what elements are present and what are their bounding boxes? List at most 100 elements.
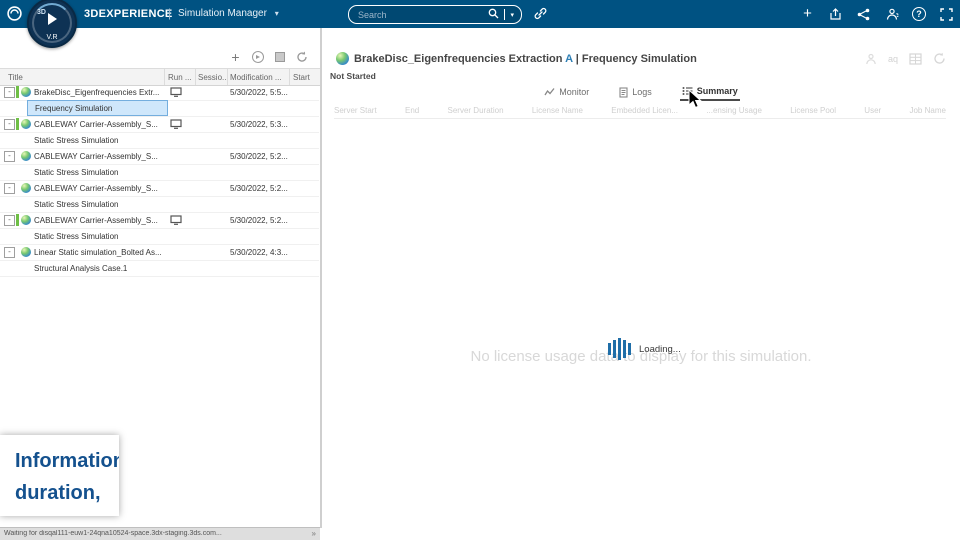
search-options-chevron-icon[interactable]: ▾ — [510, 11, 514, 19]
table-row[interactable]: - CABLEWAY Carrier-Assembly_S... 5/30/20… — [0, 180, 319, 197]
loading-bar — [613, 340, 616, 358]
collapse-toggle[interactable]: - — [4, 183, 15, 194]
tab-logs[interactable]: Logs — [617, 84, 654, 101]
translate-icon[interactable]: aq — [888, 54, 898, 64]
revision-label: A — [565, 53, 573, 65]
collapse-toggle[interactable]: - — [4, 87, 15, 98]
row-title: Frequency Simulation — [35, 104, 113, 113]
share-export-icon[interactable] — [828, 7, 843, 22]
row-date: 5/30/2022, 4:3... — [230, 248, 288, 257]
col-licensing-usage: ...ensing Usage — [706, 106, 762, 115]
refresh-icon[interactable] — [295, 50, 308, 63]
status-badge: Not Started — [330, 71, 376, 81]
status-green-bar — [16, 214, 19, 226]
top-bar: 3DEXPERIENCE | Simulation Manager ▾ ▾ + — [0, 0, 960, 28]
col-modification[interactable]: Modification ... — [230, 73, 282, 82]
col-session[interactable]: Sessio... — [198, 73, 229, 82]
help-icon[interactable]: ? — [912, 7, 926, 21]
chevron-down-icon: ▾ — [274, 9, 279, 18]
row-title: Static Stress Simulation — [34, 168, 119, 177]
table-row[interactable]: Structural Analysis Case.1 — [0, 260, 319, 277]
sync-icon[interactable] — [933, 52, 946, 65]
selected-row-highlight: Frequency Simulation — [27, 100, 168, 116]
simulation-icon — [21, 247, 31, 257]
table-row[interactable]: - CABLEWAY Carrier-Assembly_S... 5/30/20… — [0, 148, 319, 165]
app-logo-badge[interactable]: 3D V.R — [27, 0, 77, 48]
add-simulation-icon[interactable]: + — [229, 49, 242, 65]
3ds-compass-logo — [6, 5, 23, 27]
monitor-run-icon — [170, 215, 182, 227]
row-title: Linear Static simulation_Bolted As... — [34, 248, 162, 257]
table-row[interactable]: - CABLEWAY Carrier-Assembly_S... 5/30/20… — [0, 212, 319, 229]
share-network-icon[interactable] — [856, 7, 871, 22]
row-title: Static Stress Simulation — [34, 136, 119, 145]
loading-bar — [628, 343, 631, 355]
table-row[interactable]: - BrakeDisc_Eigenfrequencies Extr... 5/3… — [0, 84, 319, 101]
list-icon — [682, 87, 693, 95]
app-menu-label: Simulation Manager — [178, 8, 267, 19]
collapse-toggle[interactable]: - — [4, 247, 15, 258]
table-row[interactable]: Static Stress Simulation — [0, 164, 319, 181]
badge-vr-label: V.R — [46, 34, 58, 41]
tab-label: Logs — [632, 87, 652, 97]
col-job-name: Job Name — [909, 106, 946, 115]
simulation-icon — [336, 52, 349, 65]
simulation-title: BrakeDisc_Eigenfrequencies Extraction — [354, 53, 563, 65]
brand-name: 3DEXPERIENCE — [84, 8, 173, 20]
row-date: 5/30/2022, 5:2... — [230, 184, 288, 193]
col-start[interactable]: Start — [293, 73, 310, 82]
row-title: Static Stress Simulation — [34, 200, 119, 209]
row-title: CABLEWAY Carrier-Assembly_S... — [34, 184, 158, 193]
row-title: CABLEWAY Carrier-Assembly_S... — [34, 120, 158, 129]
table-row[interactable]: Frequency Simulation — [0, 100, 319, 117]
col-run[interactable]: Run ... — [168, 73, 192, 82]
collapse-toggle[interactable]: - — [4, 215, 15, 226]
app-menu[interactable]: Simulation Manager ▾ — [178, 0, 279, 28]
search-input[interactable] — [349, 9, 489, 20]
col-server-duration: Server Duration — [447, 106, 504, 115]
col-license-name: License Name — [531, 106, 583, 115]
status-chevrons: » — [311, 529, 316, 538]
loading-bar — [618, 338, 621, 360]
col-user: User — [864, 106, 882, 115]
search-icon[interactable] — [488, 6, 499, 24]
user-icon[interactable] — [865, 53, 877, 65]
information-popup[interactable]: Information duration, — [0, 435, 119, 516]
simulation-icon — [21, 151, 31, 161]
row-title: Structural Analysis Case.1 — [34, 264, 128, 273]
fullscreen-icon[interactable] — [939, 7, 954, 22]
tab-summary[interactable]: Summary — [679, 84, 740, 101]
detail-toolbar: aq — [865, 52, 946, 65]
table-row[interactable]: - CABLEWAY Carrier-Assembly_S... 5/30/20… — [0, 116, 319, 133]
title-separator: | — [575, 53, 579, 65]
col-license-pool: License Pool — [790, 106, 836, 115]
tab-label: Summary — [696, 86, 738, 96]
collapse-toggle[interactable]: - — [4, 119, 15, 130]
add-icon[interactable]: + — [800, 6, 815, 22]
row-title: BrakeDisc_Eigenfrequencies Extr... — [34, 88, 160, 97]
stop-icon[interactable] — [273, 50, 286, 63]
run-icon[interactable] — [251, 50, 264, 63]
swym-user-icon[interactable] — [884, 7, 899, 22]
simulation-icon — [21, 119, 31, 129]
row-date: 5/30/2022, 5:5... — [230, 88, 288, 97]
row-date: 5/30/2022, 5:2... — [230, 216, 288, 225]
popup-line: duration, — [15, 482, 101, 504]
row-title: CABLEWAY Carrier-Assembly_S... — [34, 216, 158, 225]
search-box[interactable]: ▾ — [348, 5, 522, 24]
col-server-start: Server Start — [334, 106, 377, 115]
tab-monitor[interactable]: Monitor — [542, 84, 591, 101]
col-title[interactable]: Title — [8, 73, 23, 82]
status-text: Waiting for disqal111-euw1-24qna10524-sp… — [4, 530, 222, 537]
col-end: End — [404, 106, 420, 115]
collapse-toggle[interactable]: - — [4, 151, 15, 162]
table-row[interactable]: Static Stress Simulation — [0, 228, 319, 245]
badge-3d-label: 3D — [37, 9, 46, 16]
link-icon[interactable] — [533, 6, 548, 26]
table-row[interactable]: Static Stress Simulation — [0, 196, 319, 213]
table-row[interactable]: Static Stress Simulation — [0, 132, 319, 149]
table-icon[interactable] — [909, 52, 922, 65]
simulation-subtitle: Frequency Simulation — [581, 53, 697, 65]
table-row[interactable]: - Linear Static simulation_Bolted As... … — [0, 244, 319, 261]
simulation-detail-panel: BrakeDisc_Eigenfrequencies Extraction A … — [322, 28, 960, 540]
